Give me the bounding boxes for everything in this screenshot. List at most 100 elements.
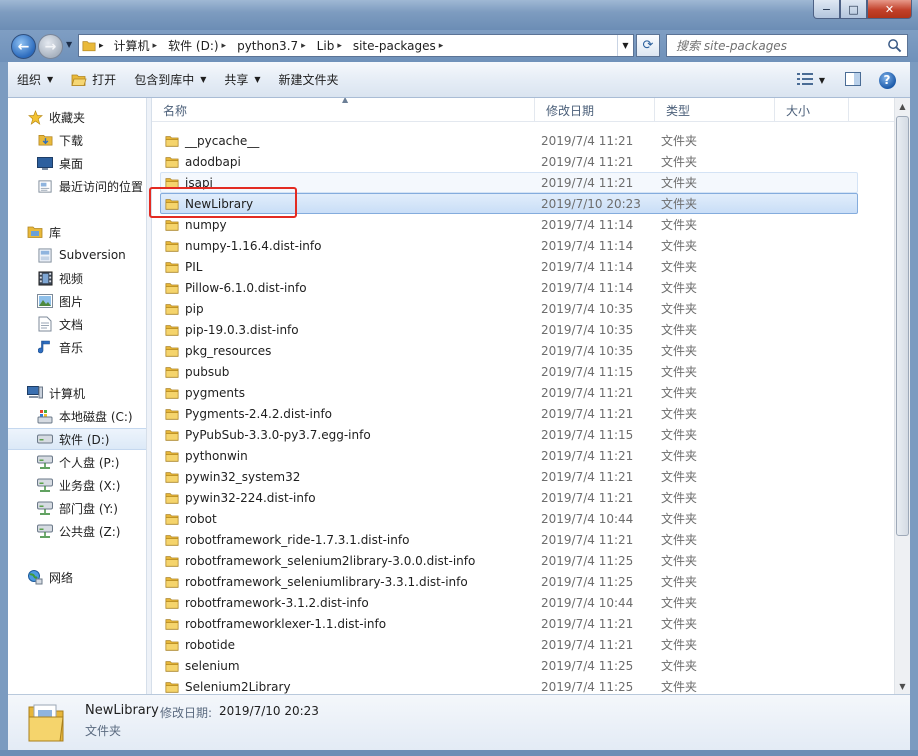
share-menu[interactable]: 共享 ▼ [215,67,269,93]
forward-button[interactable]: → [38,34,63,59]
file-row[interactable]: pip 2019/7/4 10:35 文件夹 [160,298,858,319]
sidebar-computer[interactable]: 计算机 [8,382,146,404]
folder-icon [165,365,179,379]
recent-pages-dropdown[interactable]: ▼ [66,40,72,49]
scroll-down-button[interactable]: ▼ [895,678,910,694]
refresh-button[interactable]: ⟳ [636,34,660,57]
maximize-button[interactable]: □ [840,0,867,19]
column-header-modified[interactable]: 修改日期 [535,98,655,122]
file-name: adodbapi [185,154,241,169]
sidebar-item-documents[interactable]: 文档 [8,313,146,335]
sidebar-favorites[interactable]: 收藏夹 [8,106,146,128]
file-row[interactable]: pkg_resources 2019/7/4 10:35 文件夹 [160,340,858,361]
file-row[interactable]: PIL 2019/7/4 11:14 文件夹 [160,256,858,277]
include-in-library-menu[interactable]: 包含到库中 ▼ [125,67,215,93]
back-button[interactable]: ← [11,34,36,59]
column-header-name[interactable]: 名称 ▲ [152,98,535,122]
file-row[interactable]: pythonwin 2019/7/4 11:21 文件夹 [160,445,858,466]
file-row[interactable]: Pygments-2.4.2.dist-info 2019/7/4 11:21 文件… [160,403,858,424]
sidebar-item-drive-d[interactable]: 软件 (D:) [8,428,146,450]
file-row[interactable]: pubsub 2019/7/4 11:15 文件夹 [160,361,858,382]
navigation-pane[interactable]: 收藏夹 下载 桌面 最近访问的位置 库 Subversion 视频 图片 文档 … [8,98,146,694]
address-bar[interactable]: ▸ 计算机 ▸ 软件 (D:) ▸ python3.7 ▸ Lib ▸ site-pac… [78,34,634,57]
file-row[interactable]: pygments 2019/7/4 11:21 文件夹 [160,382,858,403]
view-options-button[interactable]: ▼ [796,67,826,93]
sidebar-item-drive-c[interactable]: 本地磁盘 (C:) [8,405,146,427]
minimize-button[interactable]: − [813,0,840,19]
details-file-name: NewLibrary [85,703,159,718]
sidebar-item-subversion[interactable]: Subversion [8,244,146,266]
file-name: robot [185,511,217,526]
file-row[interactable]: robotframework_ride-1.7.3.1.dist-info 201… [160,529,858,550]
sidebar-libraries[interactable]: 库 [8,221,146,243]
close-button[interactable]: ✕ [867,0,912,19]
scrollbar-thumb[interactable] [896,116,909,536]
chevron-right-icon[interactable]: ▸ [337,41,342,51]
folder-icon [165,659,179,673]
scroll-up-button[interactable]: ▲ [895,98,910,114]
breadcrumb-root-chevron-icon[interactable]: ▸ [99,41,108,51]
title-bar[interactable]: − □ ✕ [0,0,918,30]
chevron-right-icon[interactable]: ▸ [439,41,444,51]
sidebar-item-desktop[interactable]: 桌面 [8,152,146,174]
vertical-scrollbar[interactable]: ▲ ▼ [894,98,910,694]
sidebar-item-drive-x[interactable]: 业务盘 (X:) [8,474,146,496]
file-row[interactable]: numpy-1.16.4.dist-info 2019/7/4 11:14 文件夹 [160,235,858,256]
preview-pane-button[interactable] [838,67,868,93]
file-modified-date: 2019/7/4 11:21 [541,133,634,148]
chevron-right-icon[interactable]: ▸ [222,41,227,51]
open-button[interactable]: 打开 [62,67,125,93]
file-row[interactable]: Pillow-6.1.0.dist-info 2019/7/4 11:14 文件夹 [160,277,858,298]
file-row[interactable]: PyPubSub-3.3.0-py3.7.egg-info 2019/7/4 11… [160,424,858,445]
sidebar-item-drive-y[interactable]: 部门盘 (Y:) [8,497,146,519]
file-row[interactable]: robotframeworklexer-1.1.dist-info 2019/7/… [160,613,858,634]
sidebar-item-recent-places[interactable]: 最近访问的位置 [8,175,146,197]
chevron-down-icon: ▼ [818,75,826,85]
file-name-cell: Selenium2Library [161,680,541,694]
file-name-cell: pubsub [161,365,541,379]
breadcrumb-computer[interactable]: 计算机 ▸ [114,37,169,54]
sidebar-item-downloads[interactable]: 下载 [8,129,146,151]
address-history-dropdown[interactable]: ▼ [617,35,633,56]
chevron-right-icon[interactable]: ▸ [301,41,306,51]
file-row[interactable]: robotide 2019/7/4 11:21 文件夹 [160,634,858,655]
breadcrumb-python37[interactable]: python3.7 ▸ [237,39,317,53]
folder-icon [165,260,179,274]
file-type: 文件夹 [661,512,698,526]
breadcrumb-lib[interactable]: Lib ▸ [317,39,353,53]
column-header-size[interactable]: 大小 [775,98,849,122]
breadcrumb-site-packages[interactable]: site-packages ▸ [353,39,454,53]
sidebar-network[interactable]: 网络 [8,566,146,588]
file-row[interactable]: robotframework_selenium2library-3.0.0.di… [160,550,858,571]
file-type: 文件夹 [661,407,698,421]
sidebar-item-videos[interactable]: 视频 [8,267,146,289]
file-row[interactable]: __pycache__ 2019/7/4 11:21 文件夹 [160,130,858,151]
sidebar-item-music[interactable]: 音乐 [8,336,146,358]
sidebar-item-drive-p[interactable]: 个人盘 (P:) [8,451,146,473]
file-row[interactable]: Selenium2Library 2019/7/4 11:25 文件夹 [160,676,858,694]
file-row[interactable]: pywin32_system32 2019/7/4 11:21 文件夹 [160,466,858,487]
file-row[interactable]: robot 2019/7/4 10:44 文件夹 [160,508,858,529]
search-input[interactable] [676,38,876,53]
chevron-right-icon[interactable]: ▸ [153,41,158,51]
file-name-cell: robotframework_ride-1.7.3.1.dist-info [161,533,541,547]
file-modified-date: 2019/7/4 11:21 [541,616,634,631]
column-header-type[interactable]: 类型 [655,98,775,122]
sidebar-item-drive-z[interactable]: 公共盘 (Z:) [8,520,146,542]
help-button[interactable]: ? [872,67,902,93]
file-type: 文件夹 [661,323,698,337]
file-row[interactable]: adodbapi 2019/7/4 11:21 文件夹 [160,151,858,172]
search-icon[interactable] [887,38,902,56]
file-name-cell: Pygments-2.4.2.dist-info [161,407,541,421]
search-box[interactable] [666,34,908,57]
file-row[interactable]: robotframework-3.1.2.dist-info 2019/7/4 1… [160,592,858,613]
file-row[interactable]: robotframework_seleniumlibrary-3.3.1.dis… [160,571,858,592]
folder-icon [165,554,179,568]
file-row[interactable]: pip-19.0.3.dist-info 2019/7/4 10:35 文件夹 [160,319,858,340]
organize-menu[interactable]: 组织 ▼ [8,67,62,93]
new-folder-button[interactable]: 新建文件夹 [270,67,348,93]
file-row[interactable]: selenium 2019/7/4 11:25 文件夹 [160,655,858,676]
breadcrumb-drive-d[interactable]: 软件 (D:) ▸ [168,37,237,54]
file-row[interactable]: pywin32-224.dist-info 2019/7/4 11:21 文件夹 [160,487,858,508]
sidebar-item-pictures[interactable]: 图片 [8,290,146,312]
